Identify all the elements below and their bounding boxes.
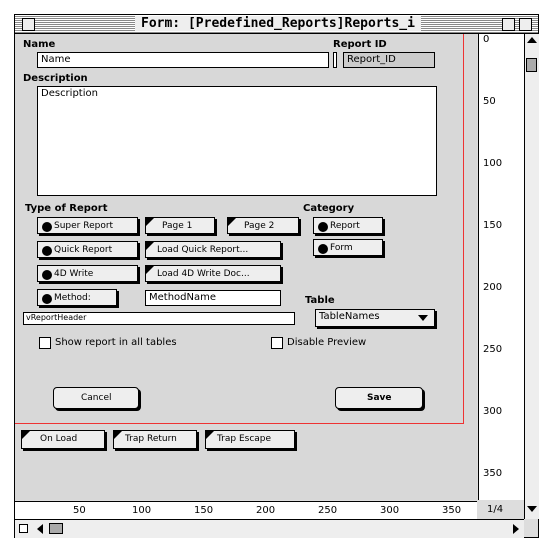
- load-quick-report-button[interactable]: Load Quick Report...: [145, 241, 281, 258]
- corner-flag-icon: [114, 431, 122, 439]
- hruler-label: 100: [132, 505, 152, 516]
- pencil-icon[interactable]: [19, 524, 28, 533]
- scroll-up-arrow-icon[interactable]: [527, 37, 537, 43]
- collapse-box-icon[interactable]: [519, 18, 532, 31]
- form-radio[interactable]: Form: [313, 239, 383, 256]
- vruler-label: 0: [483, 34, 490, 45]
- corner-flag-icon: [146, 266, 154, 274]
- scroll-thumb-horizontal[interactable]: [49, 523, 63, 534]
- radio-indicator-icon: [42, 294, 52, 304]
- show-all-tables-checkbox[interactable]: [39, 337, 51, 349]
- report-id-label: Report ID: [333, 39, 387, 50]
- cancel-button[interactable]: Cancel: [53, 387, 139, 409]
- vertical-scrollbar[interactable]: [524, 34, 539, 519]
- title-bar[interactable]: Form: [Predefined_Reports]Reports_i: [15, 15, 538, 34]
- horizontal-scrollbar[interactable]: [15, 519, 524, 538]
- load-4d-write-button[interactable]: Load 4D Write Doc...: [145, 265, 281, 282]
- scroll-thumb[interactable]: [526, 58, 537, 72]
- name-field[interactable]: Name: [37, 52, 329, 68]
- radio-indicator-icon: [318, 222, 328, 232]
- vruler-label: 100: [483, 158, 503, 169]
- scroll-down-arrow-icon[interactable]: [527, 506, 537, 512]
- type-of-report-label: Type of Report: [25, 203, 108, 214]
- radio-indicator-icon: [42, 246, 52, 256]
- hruler-label: 250: [318, 505, 338, 516]
- name-label: Name: [23, 39, 56, 50]
- quick-report-radio[interactable]: Quick Report: [37, 241, 138, 258]
- disable-preview-label: Disable Preview: [287, 337, 367, 348]
- super-report-radio[interactable]: Super Report: [37, 217, 138, 234]
- page-edge-vertical: [463, 34, 464, 423]
- disable-preview-checkbox[interactable]: [271, 337, 283, 349]
- corner-flag-icon: [146, 218, 154, 226]
- page-edge-horizontal: [15, 423, 464, 424]
- report-header-variable-field[interactable]: vReportHeader: [23, 312, 295, 325]
- radio-indicator-icon: [42, 270, 52, 280]
- page-indicator[interactable]: 1/4: [487, 504, 503, 515]
- vruler-label: 250: [483, 344, 503, 355]
- hruler-label: 350: [442, 505, 462, 516]
- table-label: Table: [305, 295, 335, 306]
- scroll-right-arrow-icon[interactable]: [513, 524, 519, 534]
- corner-flag-icon: [228, 218, 236, 226]
- vruler-label: 50: [483, 96, 496, 107]
- close-box-icon[interactable]: [22, 18, 35, 31]
- table-dropdown[interactable]: TableNames: [315, 309, 435, 327]
- zoom-box-icon[interactable]: [502, 18, 515, 31]
- vertical-ruler: 0 50 100 150 200 250 300 350: [478, 34, 525, 500]
- form-editor-window: Form: [Predefined_Reports]Reports_i Name…: [14, 14, 539, 538]
- hruler-label: 150: [194, 505, 214, 516]
- corner-flag-icon: [206, 431, 214, 439]
- hruler-label: 50: [73, 505, 86, 516]
- report-radio[interactable]: Report: [313, 217, 383, 234]
- on-load-button[interactable]: On Load: [21, 430, 105, 449]
- trap-escape-button[interactable]: Trap Escape: [205, 430, 295, 449]
- corner-flag-icon: [146, 242, 154, 250]
- page2-button[interactable]: Page 2: [227, 217, 299, 234]
- trap-return-button[interactable]: Trap Return: [113, 430, 197, 449]
- report-id-marker: [333, 52, 337, 68]
- vruler-label: 150: [483, 220, 503, 231]
- vruler-label: 350: [483, 468, 503, 479]
- show-all-tables-label: Show report in all tables: [55, 337, 177, 348]
- horizontal-ruler: 50 100 150 200 250 300 350: [15, 501, 477, 520]
- dropdown-arrow-icon: [418, 315, 428, 321]
- corner-flag-icon: [22, 431, 30, 439]
- scroll-left-arrow-icon[interactable]: [37, 524, 43, 534]
- method-radio[interactable]: Method:: [37, 289, 117, 306]
- page1-button[interactable]: Page 1: [145, 217, 215, 234]
- vruler-label: 300: [483, 406, 503, 417]
- method-name-field[interactable]: MethodName: [145, 290, 281, 306]
- report-id-field[interactable]: Report_ID: [343, 52, 435, 68]
- window-title: Form: [Predefined_Reports]Reports_i: [135, 16, 421, 31]
- radio-indicator-icon: [318, 244, 328, 254]
- hruler-label: 300: [380, 505, 400, 516]
- save-button[interactable]: Save: [335, 387, 423, 409]
- radio-indicator-icon: [42, 222, 52, 232]
- 4d-write-radio[interactable]: 4D Write: [37, 265, 138, 282]
- hruler-label: 200: [256, 505, 276, 516]
- category-label: Category: [303, 203, 355, 214]
- vruler-label: 200: [483, 282, 503, 293]
- description-field[interactable]: Description: [37, 86, 437, 196]
- description-label: Description: [23, 73, 88, 84]
